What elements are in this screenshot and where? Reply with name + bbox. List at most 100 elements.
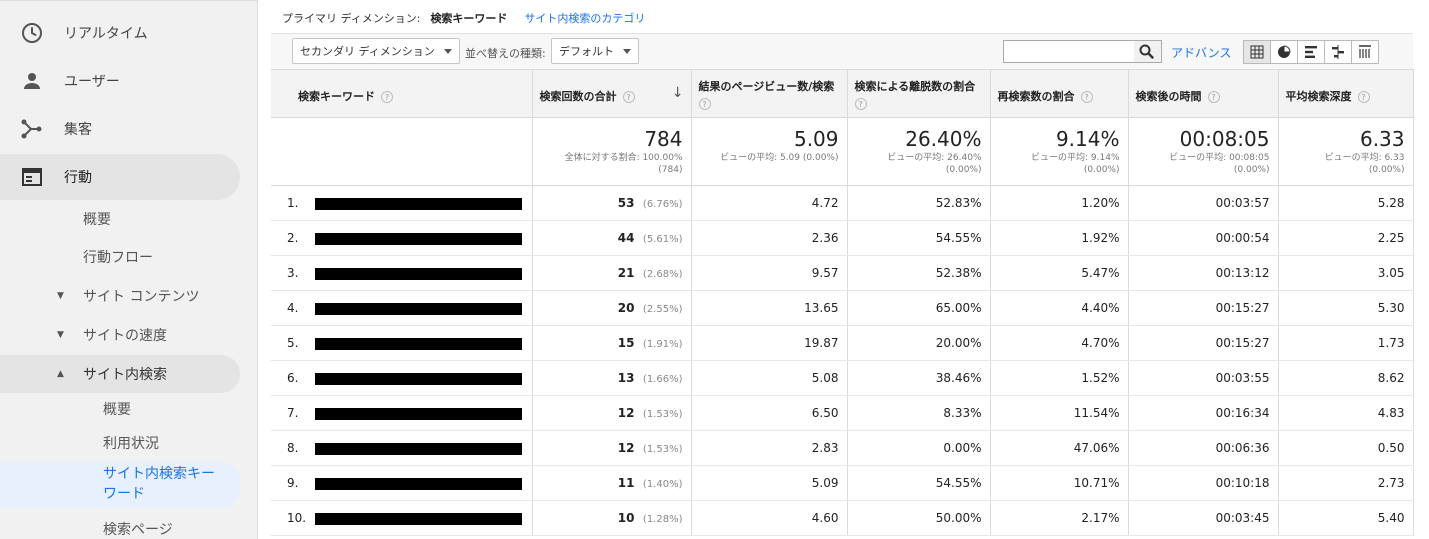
row-number: 1. — [287, 196, 299, 210]
search-icon — [1139, 44, 1154, 59]
chevron-down-icon — [444, 49, 452, 54]
table-row[interactable]: 7. 12 (1.53%) 6.50 8.33% 11.54% 00:16:34 4.83 — [271, 395, 1414, 431]
search-refinements-cell: 1.52% — [990, 360, 1129, 396]
sidebar-item-search-overview[interactable]: 概要 — [0, 390, 240, 428]
sidebar-item-label-line2: ワード — [103, 486, 145, 502]
column-header-time-after-search[interactable]: 検索後の時間? — [1128, 69, 1279, 118]
table-row[interactable]: 8. 12 (1.53%) 2.83 0.00% 47.06% 00:06:36 0.50 — [271, 430, 1414, 466]
column-header-pageviews-per-search[interactable]: 結果のページビュー数/検索? — [691, 69, 848, 118]
row-number: 10. — [287, 511, 307, 525]
total-subtext: ビューの平均: 5.09 (0.00%) — [720, 153, 839, 163]
search-exits-cell: 20.00% — [847, 325, 991, 361]
keyword-cell[interactable]: 5. — [271, 325, 533, 361]
pie-view-button[interactable] — [1270, 40, 1298, 64]
column-header-search-exits[interactable]: 検索による離脱数の割合? — [847, 69, 991, 118]
help-icon[interactable]: ? — [1357, 91, 1370, 103]
time-after-search-cell: 00:06:36 — [1128, 430, 1279, 466]
keyword-cell[interactable]: 8. — [271, 430, 533, 466]
search-refinements-cell: 2.17% — [990, 500, 1129, 536]
total-searches-share: (1.66%) — [642, 374, 683, 385]
sidebar-item-users[interactable]: ユーザー — [0, 58, 240, 104]
keyword-cell[interactable]: 10. — [271, 500, 533, 536]
sidebar-item-label: 集客 — [64, 122, 92, 138]
pageviews-per-search-cell: 2.36 — [691, 220, 848, 256]
total-searches-cell: 53 (6.76%) — [532, 185, 692, 221]
sidebar-item-site-search[interactable]: ▲ サイト内検索 — [0, 355, 240, 393]
primary-dimension-option[interactable]: サイト内検索のカテゴリ — [524, 10, 645, 26]
total-searches-share: (2.68%) — [642, 269, 683, 280]
total-value: 00:08:05 — [1179, 127, 1270, 151]
total-subtext: ビューの平均: 9.14% — [1031, 153, 1120, 163]
chevron-down-icon — [623, 49, 631, 54]
sort-type-label: 並べ替えの種類: — [465, 47, 546, 60]
keyword-cell[interactable]: 9. — [271, 465, 533, 501]
sidebar-item-acquisition[interactable]: 集客 — [0, 106, 240, 152]
advanced-filter-link[interactable]: アドバンス — [1171, 44, 1231, 61]
sidebar-item-label: サイト内検索キー ワード — [103, 464, 215, 504]
sidebar-item-site-content[interactable]: ▼ サイト コンテンツ — [0, 277, 240, 315]
column-header-search-refinements[interactable]: 再検索数の割合? — [990, 69, 1129, 118]
column-header-total-searches[interactable]: 検索回数の合計? ↓ — [532, 69, 692, 118]
table-row[interactable]: 1. 53 (6.76%) 4.72 52.83% 1.20% 00:03:57 5.28 — [271, 185, 1414, 221]
keyword-cell[interactable]: 1. — [271, 185, 533, 221]
column-header-keyword[interactable]: 検索キーワード? — [271, 69, 533, 118]
table-row[interactable]: 2. 44 (5.61%) 2.36 54.55% 1.92% 00:00:54 2.25 — [271, 220, 1414, 256]
sidebar-item-behavior[interactable]: 行動 — [0, 154, 240, 200]
expand-triangle-icon: ▼ — [57, 330, 64, 340]
help-icon[interactable]: ? — [854, 98, 867, 110]
sidebar-top-divider — [0, 0, 257, 1]
search-refinements-cell: 47.06% — [990, 430, 1129, 466]
column-header-label: 検索回数の合計 — [539, 90, 617, 103]
pageviews-per-search-cell: 2.83 — [691, 430, 848, 466]
sort-type-dropdown[interactable]: デフォルト — [551, 38, 639, 64]
table-row[interactable]: 9. 11 (1.40%) 5.09 54.55% 10.71% 00:10:18 2.73 — [271, 465, 1414, 501]
help-icon[interactable]: ? — [1207, 91, 1220, 103]
column-header-label: 平均検索深度 — [1285, 90, 1352, 103]
table-row[interactable]: 10. 10 (1.28%) 4.60 50.00% 2.17% 00:03:45 5.40 — [271, 500, 1414, 536]
keyword-cell[interactable]: 6. — [271, 360, 533, 396]
total-value: 9.14% — [1055, 127, 1120, 151]
totals-label-cell — [271, 117, 533, 186]
search-button[interactable] — [1134, 40, 1162, 63]
table-view-button[interactable] — [1243, 40, 1271, 64]
table-search-input[interactable] — [1003, 40, 1135, 63]
total-searches-cell: 13 (1.66%) — [532, 360, 692, 396]
keyword-cell[interactable]: 3. — [271, 255, 533, 291]
total-searches-cell: 12 (1.53%) — [532, 395, 692, 431]
table-row[interactable]: 3. 21 (2.68%) 9.57 52.38% 5.47% 00:13:12 3.05 — [271, 255, 1414, 291]
sidebar-item-search-usage[interactable]: 利用状況 — [0, 424, 240, 462]
total-subtext: (0.00%) — [945, 165, 982, 175]
sidebar-item-label: 概要 — [83, 212, 111, 228]
sidebar-item-label: サイト コンテンツ — [83, 289, 200, 305]
sidebar-item-site-speed[interactable]: ▼ サイトの速度 — [0, 316, 240, 354]
collapse-triangle-icon: ▲ — [57, 369, 64, 379]
time-after-search-cell: 00:10:18 — [1128, 465, 1279, 501]
keyword-cell[interactable]: 2. — [271, 220, 533, 256]
comparison-view-button[interactable] — [1324, 40, 1352, 64]
help-icon[interactable]: ? — [698, 98, 711, 110]
help-icon[interactable]: ? — [1080, 91, 1093, 103]
help-icon[interactable]: ? — [381, 91, 393, 103]
total-searches-value: 11 — [617, 476, 635, 490]
column-header-search-depth[interactable]: 平均検索深度? — [1278, 69, 1414, 118]
help-icon[interactable]: ? — [622, 91, 635, 103]
search-depth-cell: 2.25 — [1278, 220, 1414, 256]
pivot-view-button[interactable] — [1351, 40, 1379, 64]
sidebar-item-realtime[interactable]: リアルタイム — [0, 10, 240, 56]
sidebar-item-search-terms[interactable]: サイト内検索キー ワード — [0, 462, 240, 508]
time-after-search-cell: 00:13:12 — [1128, 255, 1279, 291]
keyword-cell[interactable]: 7. — [271, 395, 533, 431]
sidebar-item-search-pages[interactable]: 検索ページ — [0, 510, 240, 539]
keyword-cell[interactable]: 4. — [271, 290, 533, 326]
sidebar-item-label: ユーザー — [64, 74, 120, 90]
redacted-keyword — [315, 302, 522, 315]
sidebar-item-behavior-flow[interactable]: 行動フロー — [0, 238, 240, 276]
table-row[interactable]: 4. 20 (2.55%) 13.65 65.00% 4.40% 00:15:27 5.30 — [271, 290, 1414, 326]
pageviews-per-search-cell: 5.08 — [691, 360, 848, 396]
row-number: 7. — [287, 406, 299, 420]
table-row[interactable]: 5. 15 (1.91%) 19.87 20.00% 4.70% 00:15:27 1.73 — [271, 325, 1414, 361]
sidebar-item-behavior-overview[interactable]: 概要 — [0, 200, 240, 238]
table-row[interactable]: 6. 13 (1.66%) 5.08 38.46% 1.52% 00:03:55 8.62 — [271, 360, 1414, 396]
performance-view-button[interactable] — [1297, 40, 1325, 64]
secondary-dimension-dropdown[interactable]: セカンダリ ディメンション — [292, 38, 460, 64]
